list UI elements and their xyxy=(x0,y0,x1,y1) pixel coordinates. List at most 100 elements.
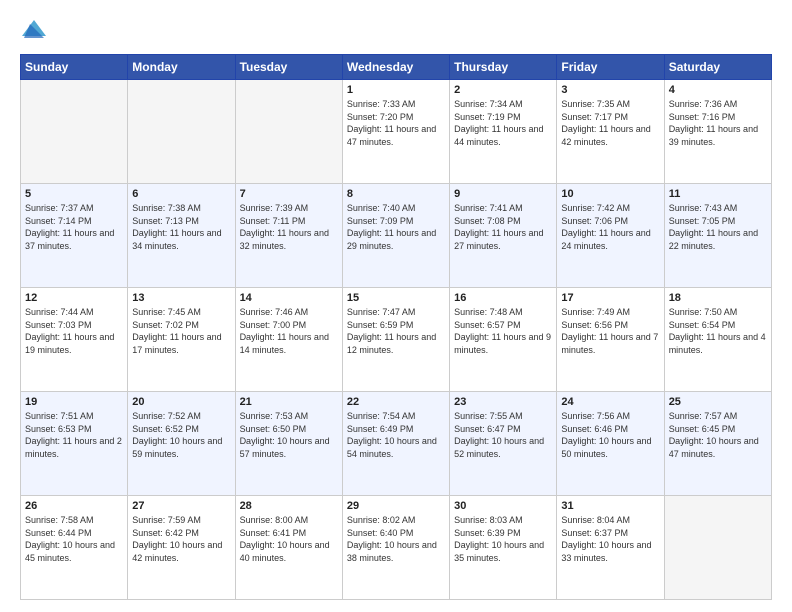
day-header-wednesday: Wednesday xyxy=(342,55,449,80)
day-number: 25 xyxy=(669,396,767,408)
calendar-cell: 19 Sunrise: 7:51 AM Sunset: 6:53 PM Dayl… xyxy=(21,392,128,496)
calendar-week-row: 19 Sunrise: 7:51 AM Sunset: 6:53 PM Dayl… xyxy=(21,392,772,496)
calendar-cell: 8 Sunrise: 7:40 AM Sunset: 7:09 PM Dayli… xyxy=(342,184,449,288)
day-number: 1 xyxy=(347,84,445,96)
calendar-cell: 26 Sunrise: 7:58 AM Sunset: 6:44 PM Dayl… xyxy=(21,496,128,600)
calendar-cell xyxy=(21,80,128,184)
day-info: Sunrise: 7:52 AM Sunset: 6:52 PM Dayligh… xyxy=(132,410,230,460)
page: SundayMondayTuesdayWednesdayThursdayFrid… xyxy=(0,0,792,612)
calendar-cell: 3 Sunrise: 7:35 AM Sunset: 7:17 PM Dayli… xyxy=(557,80,664,184)
calendar-cell xyxy=(664,496,771,600)
day-number: 10 xyxy=(561,188,659,200)
day-info: Sunrise: 7:39 AM Sunset: 7:11 PM Dayligh… xyxy=(240,202,338,252)
day-info: Sunrise: 7:51 AM Sunset: 6:53 PM Dayligh… xyxy=(25,410,123,460)
header xyxy=(20,16,772,44)
day-info: Sunrise: 7:44 AM Sunset: 7:03 PM Dayligh… xyxy=(25,306,123,356)
day-header-monday: Monday xyxy=(128,55,235,80)
calendar-cell: 27 Sunrise: 7:59 AM Sunset: 6:42 PM Dayl… xyxy=(128,496,235,600)
day-number: 9 xyxy=(454,188,552,200)
day-number: 27 xyxy=(132,500,230,512)
logo-icon xyxy=(20,16,48,44)
calendar-week-row: 26 Sunrise: 7:58 AM Sunset: 6:44 PM Dayl… xyxy=(21,496,772,600)
day-number: 5 xyxy=(25,188,123,200)
calendar-header-row: SundayMondayTuesdayWednesdayThursdayFrid… xyxy=(21,55,772,80)
day-number: 31 xyxy=(561,500,659,512)
calendar-cell: 20 Sunrise: 7:52 AM Sunset: 6:52 PM Dayl… xyxy=(128,392,235,496)
day-number: 21 xyxy=(240,396,338,408)
day-number: 28 xyxy=(240,500,338,512)
day-info: Sunrise: 7:38 AM Sunset: 7:13 PM Dayligh… xyxy=(132,202,230,252)
calendar-cell: 1 Sunrise: 7:33 AM Sunset: 7:20 PM Dayli… xyxy=(342,80,449,184)
day-info: Sunrise: 7:33 AM Sunset: 7:20 PM Dayligh… xyxy=(347,98,445,148)
day-number: 4 xyxy=(669,84,767,96)
calendar-cell: 29 Sunrise: 8:02 AM Sunset: 6:40 PM Dayl… xyxy=(342,496,449,600)
calendar-cell: 16 Sunrise: 7:48 AM Sunset: 6:57 PM Dayl… xyxy=(450,288,557,392)
calendar-week-row: 12 Sunrise: 7:44 AM Sunset: 7:03 PM Dayl… xyxy=(21,288,772,392)
calendar-cell: 22 Sunrise: 7:54 AM Sunset: 6:49 PM Dayl… xyxy=(342,392,449,496)
day-header-thursday: Thursday xyxy=(450,55,557,80)
day-number: 23 xyxy=(454,396,552,408)
calendar-table: SundayMondayTuesdayWednesdayThursdayFrid… xyxy=(20,54,772,600)
day-header-sunday: Sunday xyxy=(21,55,128,80)
day-number: 17 xyxy=(561,292,659,304)
day-info: Sunrise: 8:04 AM Sunset: 6:37 PM Dayligh… xyxy=(561,514,659,564)
calendar-cell xyxy=(128,80,235,184)
calendar-cell: 28 Sunrise: 8:00 AM Sunset: 6:41 PM Dayl… xyxy=(235,496,342,600)
day-info: Sunrise: 8:03 AM Sunset: 6:39 PM Dayligh… xyxy=(454,514,552,564)
calendar-cell: 7 Sunrise: 7:39 AM Sunset: 7:11 PM Dayli… xyxy=(235,184,342,288)
day-info: Sunrise: 7:57 AM Sunset: 6:45 PM Dayligh… xyxy=(669,410,767,460)
calendar-week-row: 5 Sunrise: 7:37 AM Sunset: 7:14 PM Dayli… xyxy=(21,184,772,288)
day-info: Sunrise: 7:49 AM Sunset: 6:56 PM Dayligh… xyxy=(561,306,659,356)
calendar-cell: 11 Sunrise: 7:43 AM Sunset: 7:05 PM Dayl… xyxy=(664,184,771,288)
day-info: Sunrise: 7:37 AM Sunset: 7:14 PM Dayligh… xyxy=(25,202,123,252)
day-info: Sunrise: 7:48 AM Sunset: 6:57 PM Dayligh… xyxy=(454,306,552,356)
day-header-saturday: Saturday xyxy=(664,55,771,80)
calendar-cell: 15 Sunrise: 7:47 AM Sunset: 6:59 PM Dayl… xyxy=(342,288,449,392)
calendar-cell: 21 Sunrise: 7:53 AM Sunset: 6:50 PM Dayl… xyxy=(235,392,342,496)
day-info: Sunrise: 8:00 AM Sunset: 6:41 PM Dayligh… xyxy=(240,514,338,564)
calendar-cell: 25 Sunrise: 7:57 AM Sunset: 6:45 PM Dayl… xyxy=(664,392,771,496)
day-info: Sunrise: 7:41 AM Sunset: 7:08 PM Dayligh… xyxy=(454,202,552,252)
day-info: Sunrise: 7:55 AM Sunset: 6:47 PM Dayligh… xyxy=(454,410,552,460)
calendar-cell: 13 Sunrise: 7:45 AM Sunset: 7:02 PM Dayl… xyxy=(128,288,235,392)
day-info: Sunrise: 7:50 AM Sunset: 6:54 PM Dayligh… xyxy=(669,306,767,356)
day-number: 3 xyxy=(561,84,659,96)
day-number: 26 xyxy=(25,500,123,512)
calendar-cell: 5 Sunrise: 7:37 AM Sunset: 7:14 PM Dayli… xyxy=(21,184,128,288)
day-number: 18 xyxy=(669,292,767,304)
calendar-cell: 12 Sunrise: 7:44 AM Sunset: 7:03 PM Dayl… xyxy=(21,288,128,392)
day-number: 16 xyxy=(454,292,552,304)
day-info: Sunrise: 7:53 AM Sunset: 6:50 PM Dayligh… xyxy=(240,410,338,460)
day-number: 24 xyxy=(561,396,659,408)
calendar-cell: 24 Sunrise: 7:56 AM Sunset: 6:46 PM Dayl… xyxy=(557,392,664,496)
day-number: 13 xyxy=(132,292,230,304)
day-number: 7 xyxy=(240,188,338,200)
calendar-cell: 10 Sunrise: 7:42 AM Sunset: 7:06 PM Dayl… xyxy=(557,184,664,288)
day-number: 22 xyxy=(347,396,445,408)
calendar-cell xyxy=(235,80,342,184)
day-info: Sunrise: 8:02 AM Sunset: 6:40 PM Dayligh… xyxy=(347,514,445,564)
day-number: 14 xyxy=(240,292,338,304)
calendar-cell: 30 Sunrise: 8:03 AM Sunset: 6:39 PM Dayl… xyxy=(450,496,557,600)
calendar-cell: 4 Sunrise: 7:36 AM Sunset: 7:16 PM Dayli… xyxy=(664,80,771,184)
day-info: Sunrise: 7:59 AM Sunset: 6:42 PM Dayligh… xyxy=(132,514,230,564)
day-number: 6 xyxy=(132,188,230,200)
day-info: Sunrise: 7:43 AM Sunset: 7:05 PM Dayligh… xyxy=(669,202,767,252)
day-number: 29 xyxy=(347,500,445,512)
day-info: Sunrise: 7:35 AM Sunset: 7:17 PM Dayligh… xyxy=(561,98,659,148)
calendar-cell: 14 Sunrise: 7:46 AM Sunset: 7:00 PM Dayl… xyxy=(235,288,342,392)
day-header-tuesday: Tuesday xyxy=(235,55,342,80)
day-info: Sunrise: 7:56 AM Sunset: 6:46 PM Dayligh… xyxy=(561,410,659,460)
day-info: Sunrise: 7:45 AM Sunset: 7:02 PM Dayligh… xyxy=(132,306,230,356)
day-info: Sunrise: 7:47 AM Sunset: 6:59 PM Dayligh… xyxy=(347,306,445,356)
day-info: Sunrise: 7:36 AM Sunset: 7:16 PM Dayligh… xyxy=(669,98,767,148)
day-number: 20 xyxy=(132,396,230,408)
day-number: 19 xyxy=(25,396,123,408)
day-number: 15 xyxy=(347,292,445,304)
logo xyxy=(20,16,52,44)
day-number: 30 xyxy=(454,500,552,512)
day-number: 8 xyxy=(347,188,445,200)
calendar-cell: 18 Sunrise: 7:50 AM Sunset: 6:54 PM Dayl… xyxy=(664,288,771,392)
day-info: Sunrise: 7:34 AM Sunset: 7:19 PM Dayligh… xyxy=(454,98,552,148)
day-info: Sunrise: 7:40 AM Sunset: 7:09 PM Dayligh… xyxy=(347,202,445,252)
